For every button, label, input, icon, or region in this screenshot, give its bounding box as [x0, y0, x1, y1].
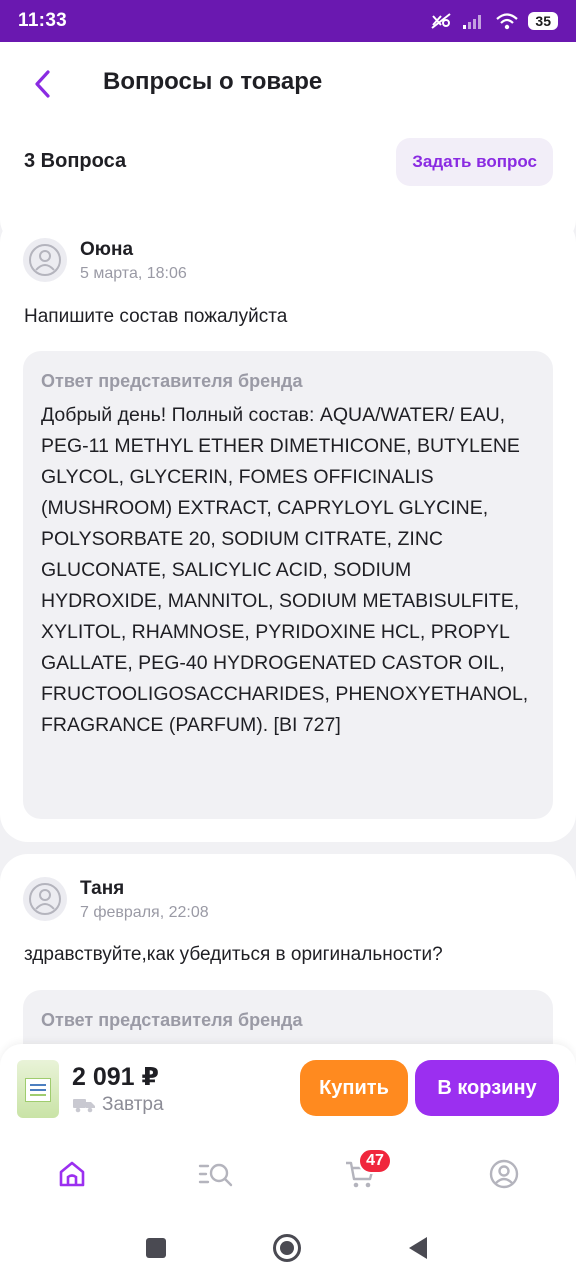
ask-question-button[interactable]: Задать вопрос	[396, 138, 553, 186]
question-date: 7 февраля, 22:08	[80, 904, 209, 921]
question-date: 5 марта, 18:06	[80, 265, 187, 282]
recent-apps-button[interactable]	[136, 1228, 176, 1268]
question-text: Напишите состав пожалуйста	[24, 306, 288, 327]
buy-bar: 2 091 ₽ Завтра Купить В корзину	[0, 1044, 576, 1134]
user-icon	[29, 883, 61, 915]
question-card: Оюна 5 марта, 18:06 Напишите состав пожа…	[0, 215, 576, 842]
truck-icon	[73, 1099, 95, 1113]
answer-label: Ответ представителя бренда	[41, 1010, 303, 1030]
status-icons: 35	[429, 11, 558, 31]
page-title: Вопросы о товаре	[103, 68, 323, 95]
cart-count-badge: 47	[358, 1148, 392, 1174]
triangle-back-icon	[409, 1237, 427, 1259]
status-bar: 11:33 35	[0, 0, 576, 42]
status-time: 11:33	[18, 10, 68, 31]
answer-label: Ответ представителя бренда	[41, 371, 303, 391]
user-icon	[29, 244, 61, 276]
cell-signal-icon	[463, 15, 482, 29]
chevron-left-icon	[35, 70, 50, 98]
profile-icon	[489, 1159, 519, 1189]
battery-indicator: 35	[528, 12, 558, 30]
system-nav-bar	[0, 1214, 576, 1280]
avatar	[23, 877, 67, 921]
tab-profile[interactable]	[482, 1152, 526, 1196]
answer-text: Добрый день! Полный состав: AQUA/WATER/ …	[41, 404, 529, 736]
question-author: Оюна	[80, 239, 134, 260]
tab-bar: 47	[0, 1134, 576, 1214]
wifi-icon	[496, 13, 519, 30]
product-price: 2 091 ₽	[72, 1063, 159, 1091]
home-icon	[59, 1161, 85, 1187]
delivery-info: Завтра	[72, 1094, 164, 1116]
home-nav-button[interactable]	[267, 1228, 307, 1268]
square-icon	[146, 1238, 166, 1258]
back-nav-button[interactable]	[398, 1228, 438, 1268]
question-text: здравствуйте,как убедиться в оригинально…	[24, 944, 443, 965]
buy-button[interactable]: Купить	[300, 1060, 408, 1116]
tab-home[interactable]	[50, 1152, 94, 1196]
avatar	[23, 238, 67, 282]
catalog-search-icon	[198, 1163, 233, 1187]
delivery-text: Завтра	[102, 1094, 164, 1115]
tab-catalog[interactable]	[194, 1152, 238, 1196]
mute-vibrate-icon	[431, 13, 452, 29]
back-button[interactable]	[22, 64, 62, 104]
brand-answer: Ответ представителя бренда Добрый день! …	[23, 351, 553, 819]
add-to-cart-button[interactable]: В корзину	[415, 1060, 559, 1116]
product-thumbnail[interactable]	[17, 1060, 59, 1118]
question-count: 3 Вопроса	[24, 150, 127, 172]
question-author: Таня	[80, 878, 125, 899]
circle-icon	[273, 1234, 301, 1262]
